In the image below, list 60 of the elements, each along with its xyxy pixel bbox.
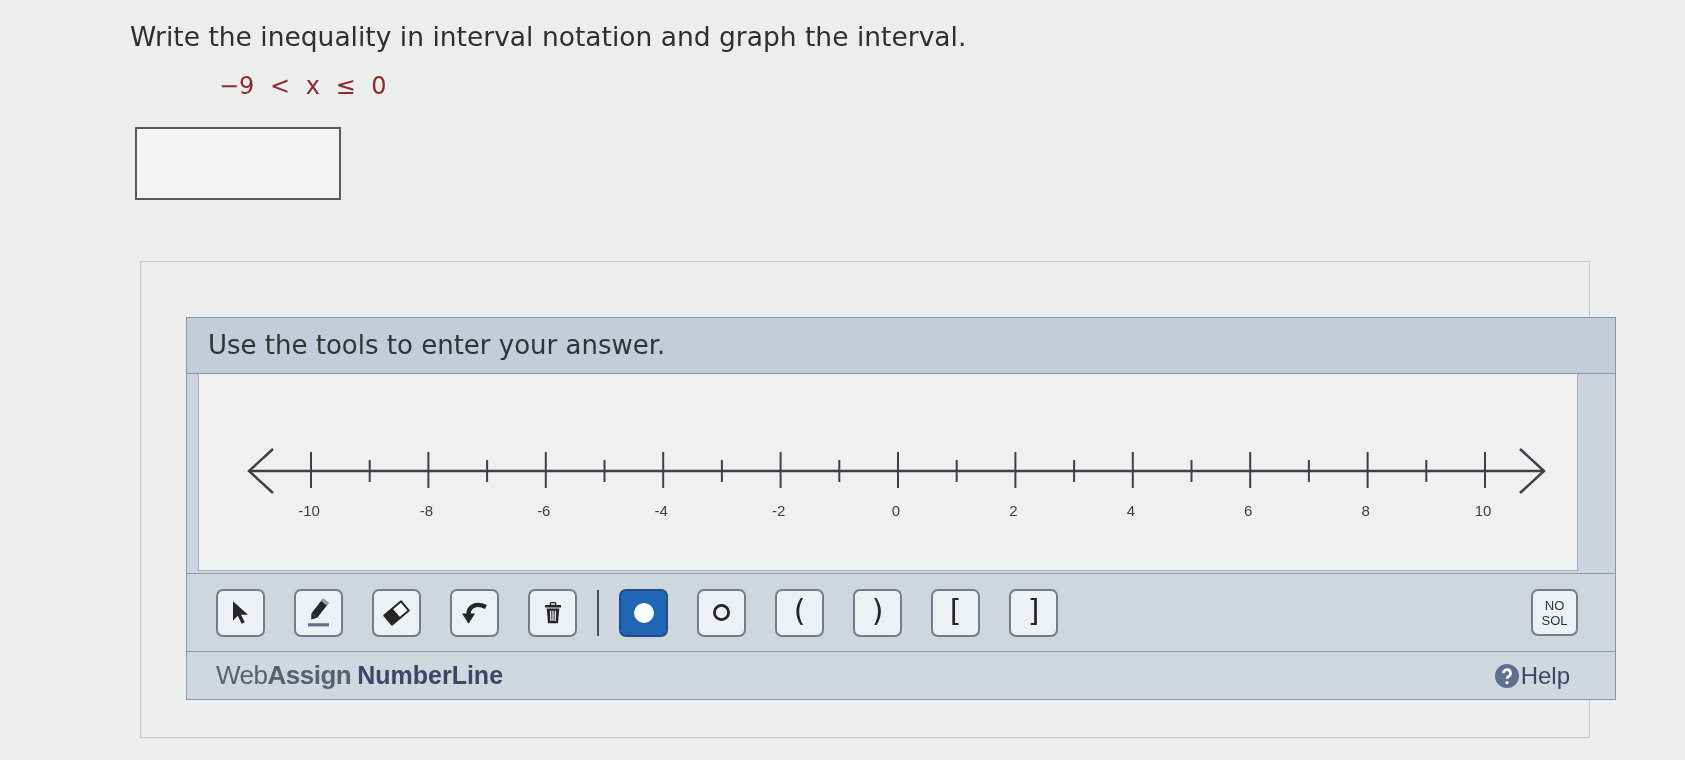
inequality-text: −9 < x ≤ 0 xyxy=(219,71,387,101)
tick-mark xyxy=(1190,459,1193,483)
tick-mark xyxy=(720,459,723,483)
tick-mark xyxy=(486,459,489,483)
eraser-icon xyxy=(383,599,410,626)
pointer-tool-button[interactable] xyxy=(216,588,265,637)
no-solution-button[interactable]: NO SOL xyxy=(1531,589,1578,636)
tick-label: -8 xyxy=(419,502,434,519)
tick-mark xyxy=(1249,451,1252,489)
help-icon xyxy=(1494,663,1519,688)
trash-icon xyxy=(543,601,562,624)
pencil-icon xyxy=(308,598,329,627)
tick-mark xyxy=(368,459,371,483)
tick-label: 4 xyxy=(1126,502,1135,519)
tick-label: 0 xyxy=(891,502,901,519)
tick-mark xyxy=(897,451,899,489)
tick-label: -10 xyxy=(298,502,320,519)
cursor-arrow-icon xyxy=(233,601,248,624)
tick-label: 8 xyxy=(1361,502,1370,519)
answer-box[interactable] xyxy=(135,127,341,200)
webassign-logo: WebAssign xyxy=(216,659,352,692)
tick-mark xyxy=(1366,451,1369,489)
tick-mark xyxy=(1131,451,1134,489)
tick-mark xyxy=(1425,459,1428,483)
tick-label: 6 xyxy=(1244,502,1253,519)
open-point-button[interactable] xyxy=(697,588,746,637)
tick-mark xyxy=(955,459,958,483)
tick-mark xyxy=(544,451,547,489)
tick-label: 10 xyxy=(1474,502,1492,519)
tick-mark xyxy=(1073,459,1076,483)
ring-icon xyxy=(713,604,730,621)
endpoint-button[interactable]: ) xyxy=(853,588,902,637)
instruction-text: Use the tools to enter your answer. xyxy=(208,329,666,362)
tick-label: 2 xyxy=(1009,502,1018,519)
endpoint-button[interactable]: [ xyxy=(931,588,980,637)
tick-mark xyxy=(603,459,606,483)
question-text: Write the inequality in interval notation and graph the interval. xyxy=(130,20,967,54)
help-link[interactable]: Help xyxy=(1494,657,1570,694)
filled-dot-icon xyxy=(633,602,654,623)
tick-mark xyxy=(310,451,312,489)
tick-mark xyxy=(1014,451,1017,489)
tick-mark xyxy=(1484,451,1486,489)
tick-mark xyxy=(662,451,665,489)
eraser-tool-button[interactable] xyxy=(372,588,421,637)
tick-mark xyxy=(838,459,841,483)
endpoint-button[interactable]: ] xyxy=(1009,588,1058,637)
closed-point-button[interactable] xyxy=(619,588,668,637)
tick-label: -4 xyxy=(654,502,668,519)
graph-area[interactable]: -10 -8 -6 -4 -2 0 2 4 6 8 10 xyxy=(198,374,1578,571)
tick-mark xyxy=(1307,459,1310,483)
tick-label: -6 xyxy=(537,502,551,519)
pencil-tool-button[interactable] xyxy=(294,588,343,637)
undo-icon xyxy=(462,601,487,624)
endpoint-button[interactable]: ( xyxy=(775,588,824,637)
tick-label: -2 xyxy=(771,502,786,519)
product-name: NumberLine xyxy=(357,659,504,691)
undo-button[interactable] xyxy=(450,588,499,637)
tick-mark xyxy=(779,451,782,489)
delete-button[interactable] xyxy=(528,588,577,637)
tick-mark xyxy=(427,451,430,489)
